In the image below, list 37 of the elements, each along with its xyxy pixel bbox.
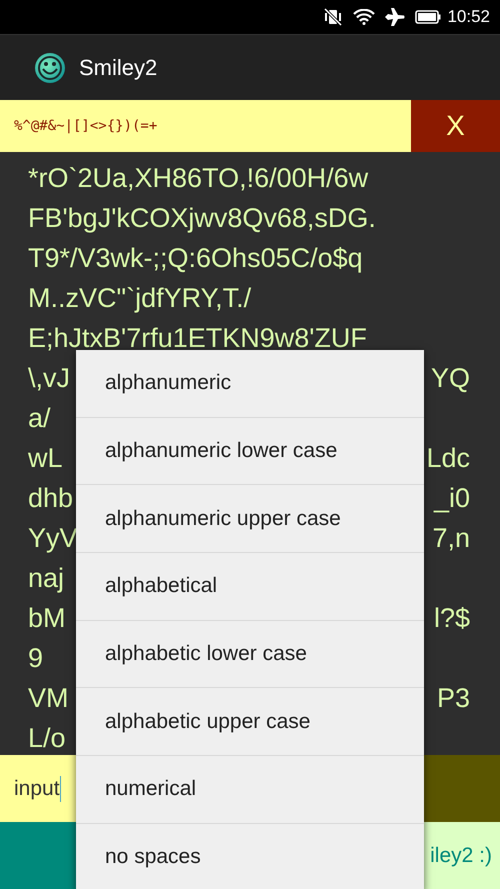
output-text: a/ bbox=[28, 402, 51, 435]
output-text: dhb bbox=[28, 482, 74, 515]
output-text: L/o bbox=[28, 722, 66, 755]
menu-item[interactable]: alphanumeric lower case bbox=[76, 418, 424, 486]
output-text: \,vJ bbox=[28, 362, 70, 395]
output-text: _i0 bbox=[434, 482, 470, 515]
output-text: M..zVC"`jdfYRY,T./ bbox=[28, 282, 252, 315]
clock-time: 10:52 bbox=[447, 7, 490, 27]
output-text: Ldc bbox=[426, 442, 470, 475]
output-text: YyV bbox=[28, 522, 78, 555]
output-text: FB'bgJ'kCOXjwv8Qv68,sDG. bbox=[28, 202, 376, 235]
menu-item[interactable]: alphabetical bbox=[76, 553, 424, 621]
wifi-icon bbox=[353, 9, 376, 25]
output-text: P3 bbox=[436, 682, 470, 715]
menu-item[interactable]: no spaces bbox=[76, 824, 424, 889]
output-text: YQ bbox=[430, 362, 470, 395]
vibrate-off-icon bbox=[323, 8, 344, 26]
app-title: Smiley2 bbox=[79, 54, 158, 80]
clear-button[interactable]: X bbox=[411, 100, 500, 152]
output-text: naj bbox=[28, 562, 64, 595]
output-text: 9 bbox=[28, 642, 44, 675]
output-text: bM bbox=[28, 602, 66, 635]
menu-item[interactable]: alphanumeric upper case bbox=[76, 485, 424, 554]
smiley-icon bbox=[33, 50, 67, 84]
airplane-icon bbox=[385, 8, 406, 26]
menu-item[interactable]: alphabetic upper case bbox=[76, 688, 424, 756]
output-text: *rO`2Ua,XH86TO,!6/00H/6w bbox=[28, 162, 368, 195]
menu-item[interactable]: alphanumeric bbox=[76, 350, 424, 418]
symbols-field[interactable]: %^@#&~|[]<>{})(=+ bbox=[0, 100, 411, 152]
output-text: VM bbox=[28, 682, 68, 715]
output-text: 7,n bbox=[432, 522, 470, 555]
output-text: l?$ bbox=[434, 602, 470, 635]
output-text: wL bbox=[28, 442, 63, 475]
menu-item[interactable]: numerical bbox=[76, 756, 424, 824]
battery-icon bbox=[415, 10, 442, 24]
menu-item[interactable]: alphabetic lower case bbox=[76, 620, 424, 688]
output-text: T9*/V3wk-;;Q:6Ohs05C/o$q bbox=[28, 242, 363, 275]
